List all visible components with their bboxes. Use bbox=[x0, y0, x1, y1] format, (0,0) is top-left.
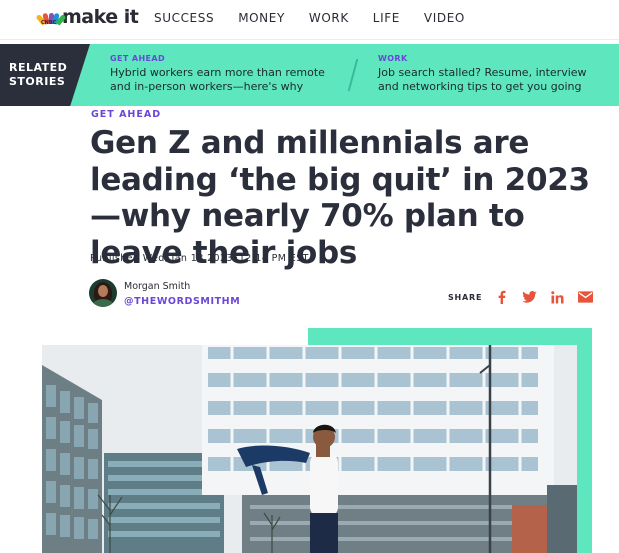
related-story[interactable]: WORK Job search stalled? Resume, intervi… bbox=[378, 54, 610, 94]
author-avatar[interactable] bbox=[89, 279, 117, 307]
share-label: SHARE bbox=[448, 292, 483, 302]
twitter-icon[interactable] bbox=[522, 290, 537, 304]
nav-link-life[interactable]: LIFE bbox=[373, 11, 400, 25]
related-story-kicker: WORK bbox=[378, 54, 408, 63]
related-stories-bar: RELATED STORIES GET AHEAD Hybrid workers… bbox=[0, 44, 619, 106]
facebook-icon[interactable] bbox=[494, 290, 509, 304]
author-name[interactable]: Morgan Smith bbox=[124, 281, 190, 292]
site-logo[interactable]: make it bbox=[35, 6, 139, 28]
top-navigation: make it CNBC SUCCESS MONEY WORK LIFE VID… bbox=[0, 0, 619, 40]
article-headline: Gen Z and millennials are leading ‘the b… bbox=[90, 125, 590, 271]
article-kicker[interactable]: GET AHEAD bbox=[91, 109, 161, 120]
logo-text: make it bbox=[62, 6, 139, 28]
related-story-title[interactable]: Hybrid workers earn more than remote and… bbox=[110, 66, 342, 94]
related-label-line2: STORIES bbox=[9, 75, 66, 88]
share-bar: SHARE bbox=[448, 290, 606, 304]
hero-image bbox=[42, 345, 577, 553]
cnbc-label: CNBC bbox=[41, 20, 57, 26]
related-story[interactable]: GET AHEAD Hybrid workers earn more than … bbox=[110, 54, 342, 94]
related-story-kicker: GET AHEAD bbox=[110, 54, 166, 63]
related-divider bbox=[347, 59, 359, 91]
nav-link-money[interactable]: MONEY bbox=[238, 11, 285, 25]
nav-link-success[interactable]: SUCCESS bbox=[154, 11, 214, 25]
email-icon[interactable] bbox=[578, 290, 594, 304]
linkedin-icon[interactable] bbox=[550, 290, 565, 304]
related-stories-label: RELATED STORIES bbox=[0, 44, 90, 106]
nav-link-video[interactable]: VIDEO bbox=[424, 11, 465, 25]
author-handle[interactable]: @THEWORDSMITHM bbox=[124, 296, 240, 307]
related-story-title[interactable]: Job search stalled? Resume, interview an… bbox=[378, 66, 610, 94]
related-label-line1: RELATED bbox=[9, 61, 68, 74]
nav-link-work[interactable]: WORK bbox=[309, 11, 349, 25]
published-date: Published Wed, Jan 18 2023•12:14 PM EST bbox=[90, 253, 309, 264]
main-nav: SUCCESS MONEY WORK LIFE VIDEO bbox=[154, 11, 489, 25]
